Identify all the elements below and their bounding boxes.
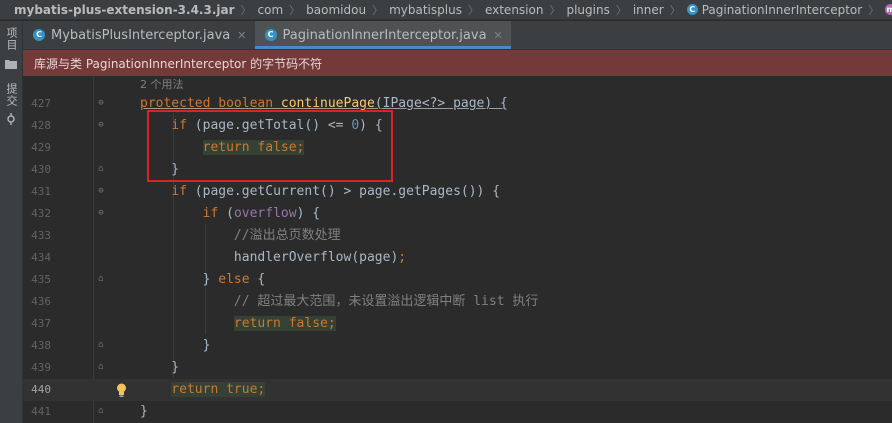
method-icon: m	[885, 4, 892, 15]
code-line: 434 handlerOverflow(page);	[31, 250, 407, 265]
folder-icon[interactable]	[2, 59, 20, 72]
code-line: 435 ⌂ } else {	[31, 272, 266, 287]
fold-end-icon[interactable]: ⌂	[97, 406, 105, 416]
code-editor[interactable]: 2 个用法 427 ⊖ protected boolean continuePa…	[23, 76, 892, 423]
class-icon: C	[264, 29, 277, 41]
code-line: 436 // 超过最大范围，未设置溢出逻辑中断 list 执行	[31, 294, 539, 309]
code-line: 431 ⊖ if (page.getCurrent() > page.getPa…	[31, 184, 501, 199]
code-line: 439 ⌂ }	[31, 360, 180, 375]
chevron-right-icon: 〉	[615, 3, 627, 17]
fold-end-icon[interactable]: ⌂	[97, 362, 105, 372]
chevron-right-icon: 〉	[669, 3, 681, 17]
commit-tool-label: 提交	[5, 83, 18, 107]
chevron-right-icon: 〉	[372, 3, 384, 17]
code-line: 432 ⊖ if (overflow) {	[31, 206, 321, 221]
breadcrumb: mybatis-plus-extension-3.4.3.jar 〉 com 〉…	[0, 0, 892, 20]
breadcrumb-package-baomidou[interactable]: baomidou	[306, 3, 366, 17]
chevron-right-icon: 〉	[467, 3, 479, 17]
tab-mybatis-plus-interceptor[interactable]: C MybatisPlusInterceptor.java ✕	[23, 21, 255, 49]
breadcrumb-package-plugins[interactable]: plugins	[566, 3, 609, 17]
highlight-box	[147, 110, 393, 182]
fold-collapse-icon[interactable]: ⊖	[97, 208, 105, 218]
class-icon: C	[686, 4, 698, 15]
class-icon: C	[33, 29, 45, 41]
close-icon[interactable]: ✕	[494, 29, 503, 42]
chevron-right-icon: 〉	[868, 3, 880, 17]
code-line-current: 440 return true;	[23, 379, 892, 401]
breadcrumb-jar[interactable]: mybatis-plus-extension-3.4.3.jar	[14, 3, 235, 17]
tab-label: PaginationInnerInterceptor.java	[282, 27, 487, 43]
breadcrumb-package-mybatisplus[interactable]: mybatisplus	[389, 3, 462, 17]
project-tool-label: 项目	[5, 27, 18, 51]
project-tool-button[interactable]: 项目	[2, 27, 20, 54]
tool-window-strip: 项目 提交	[0, 21, 23, 423]
fold-end-icon[interactable]: ⌂	[97, 340, 105, 350]
bytecode-mismatch-banner: 库源与类 PaginationInnerInterceptor 的字节码不符	[23, 50, 892, 76]
code-line: 441 ⌂ }	[31, 404, 148, 419]
fold-collapse-icon[interactable]: ⊖	[97, 186, 105, 196]
tab-pagination-inner-interceptor[interactable]: C PaginationInnerInterceptor.java ✕	[254, 21, 512, 49]
editor-tab-bar: C MybatisPlusInterceptor.java ✕ C Pagina…	[23, 21, 892, 50]
lightbulb-icon[interactable]	[116, 382, 127, 397]
chevron-right-icon: 〉	[549, 3, 561, 17]
breadcrumb-method[interactable]: mcontinuePage	[885, 3, 892, 17]
breadcrumb-class[interactable]: C PaginationInnerInterceptor	[686, 3, 862, 17]
code-line: 438 ⌂ }	[31, 338, 211, 353]
chevron-right-icon: 〉	[240, 3, 252, 17]
fold-end-icon[interactable]: ⌂	[97, 274, 105, 284]
commit-icon	[2, 113, 20, 128]
chevron-right-icon: 〉	[289, 3, 301, 17]
tab-label: MybatisPlusInterceptor.java	[51, 27, 231, 43]
commit-tool-button[interactable]: 提交	[2, 83, 20, 110]
fold-collapse-icon[interactable]: ⊖	[97, 120, 105, 130]
usage-hint[interactable]: 2 个用法	[140, 76, 184, 92]
breadcrumb-package-inner[interactable]: inner	[633, 3, 664, 17]
fold-collapse-icon[interactable]: ⊖	[97, 98, 105, 108]
banner-text: 库源与类 PaginationInnerInterceptor 的字节码不符	[34, 56, 323, 71]
close-icon[interactable]: ✕	[237, 29, 246, 42]
code-line: 433 //溢出总页数处理	[31, 228, 341, 243]
breadcrumb-package-com[interactable]: com	[258, 3, 284, 17]
code-line: 437 return false;	[31, 316, 336, 331]
breadcrumb-package-extension[interactable]: extension	[485, 3, 544, 17]
fold-end-icon[interactable]: ⌂	[97, 164, 105, 174]
